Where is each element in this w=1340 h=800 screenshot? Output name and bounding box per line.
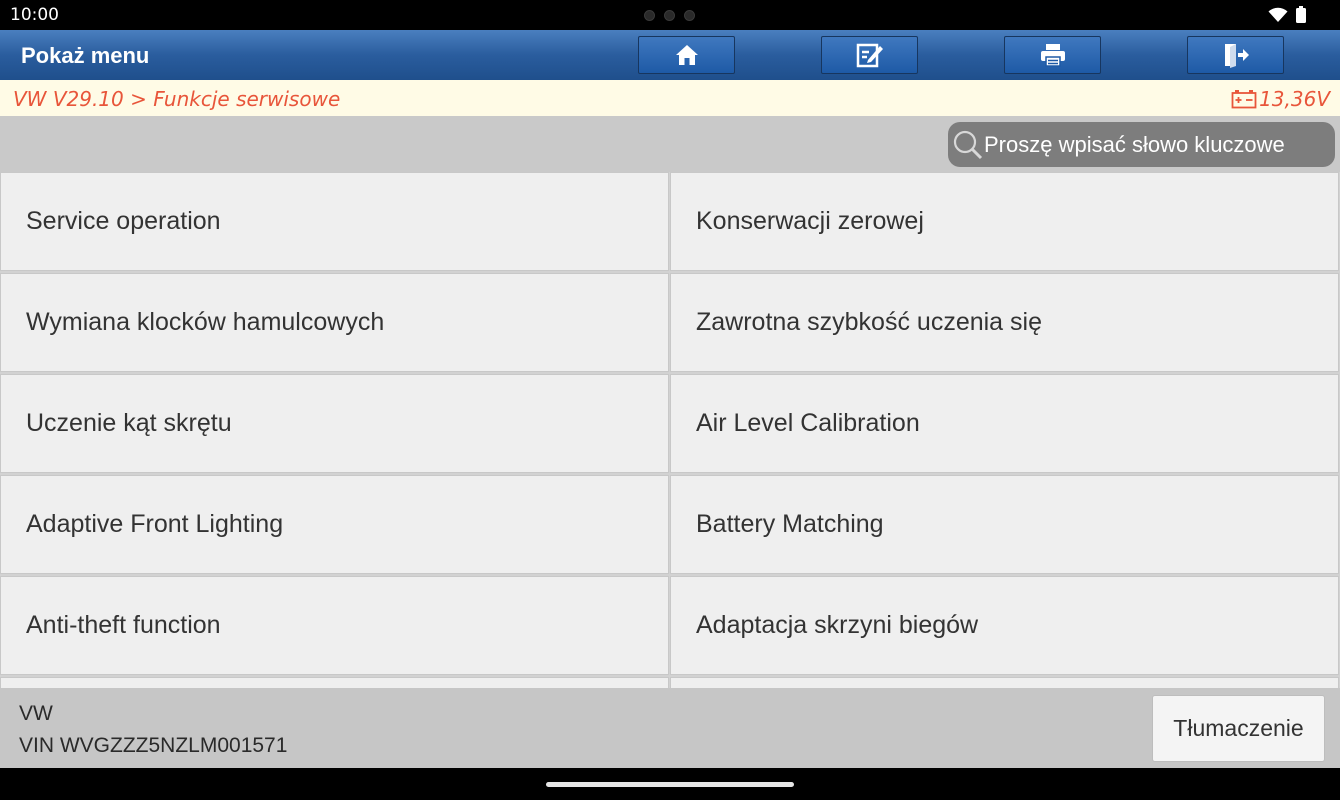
home-indicator[interactable] <box>546 782 794 787</box>
exit-button[interactable] <box>1187 36 1284 74</box>
vehicle-make: VW <box>19 702 53 725</box>
report-button[interactable] <box>821 36 918 74</box>
exit-icon <box>1224 44 1249 68</box>
edit-icon <box>856 43 883 68</box>
titlebar: Pokaż menu <box>0 30 1340 80</box>
breadcrumb: VW V29.10 > Funkcje serwisowe <box>13 87 341 111</box>
vehicle-vin: VIN WVGZZZ5NZLM001571 <box>19 734 288 757</box>
translate-button[interactable]: Tłumaczenie <box>1152 695 1325 762</box>
battery-icon <box>1296 6 1306 23</box>
search-box[interactable] <box>948 122 1335 167</box>
printer-icon <box>1040 44 1065 67</box>
menu-item[interactable]: Konserwacji zerowej <box>670 172 1339 271</box>
menu-item[interactable]: Air Level Calibration <box>670 374 1339 473</box>
home-icon <box>675 45 698 65</box>
home-button[interactable] <box>638 36 735 74</box>
print-button[interactable] <box>1004 36 1101 74</box>
menu-item-partial[interactable] <box>670 677 1339 688</box>
menu-item-partial[interactable] <box>0 677 669 688</box>
menu-item[interactable]: Zawrotna szybkość uczenia się <box>670 273 1339 372</box>
voltage-value: 13,36V <box>1259 87 1330 111</box>
search-input[interactable] <box>984 131 1324 158</box>
menu-item[interactable]: Service operation <box>0 172 669 271</box>
footer: VW VIN WVGZZZ5NZLM001571 Tłumaczenie <box>0 688 1340 768</box>
battery-voltage: 13,36V <box>1231 87 1330 111</box>
search-strip <box>0 116 1340 172</box>
wifi-icon <box>1268 7 1288 22</box>
camera-dots <box>644 10 695 21</box>
status-bar: 10:00 <box>0 0 1340 30</box>
menu-grid: Service operation Konserwacji zerowej Wy… <box>0 172 1340 688</box>
menu-item[interactable]: Wymiana klocków hamulcowych <box>0 273 669 372</box>
page-title: Pokaż menu <box>21 43 150 68</box>
menu-item[interactable]: Anti-theft function <box>0 576 669 675</box>
menu-item[interactable]: Uczenie kąt skrętu <box>0 374 669 473</box>
status-time: 10:00 <box>10 5 59 25</box>
menu-item[interactable]: Adaptacja skrzyni biegów <box>670 576 1339 675</box>
car-battery-icon <box>1231 90 1257 109</box>
breadcrumb-bar: VW V29.10 > Funkcje serwisowe 13,36V <box>0 80 1340 116</box>
status-icons <box>1268 6 1306 23</box>
menu-item[interactable]: Adaptive Front Lighting <box>0 475 669 574</box>
search-icon <box>953 130 983 159</box>
menu-item[interactable]: Battery Matching <box>670 475 1339 574</box>
nav-bar <box>0 768 1340 800</box>
